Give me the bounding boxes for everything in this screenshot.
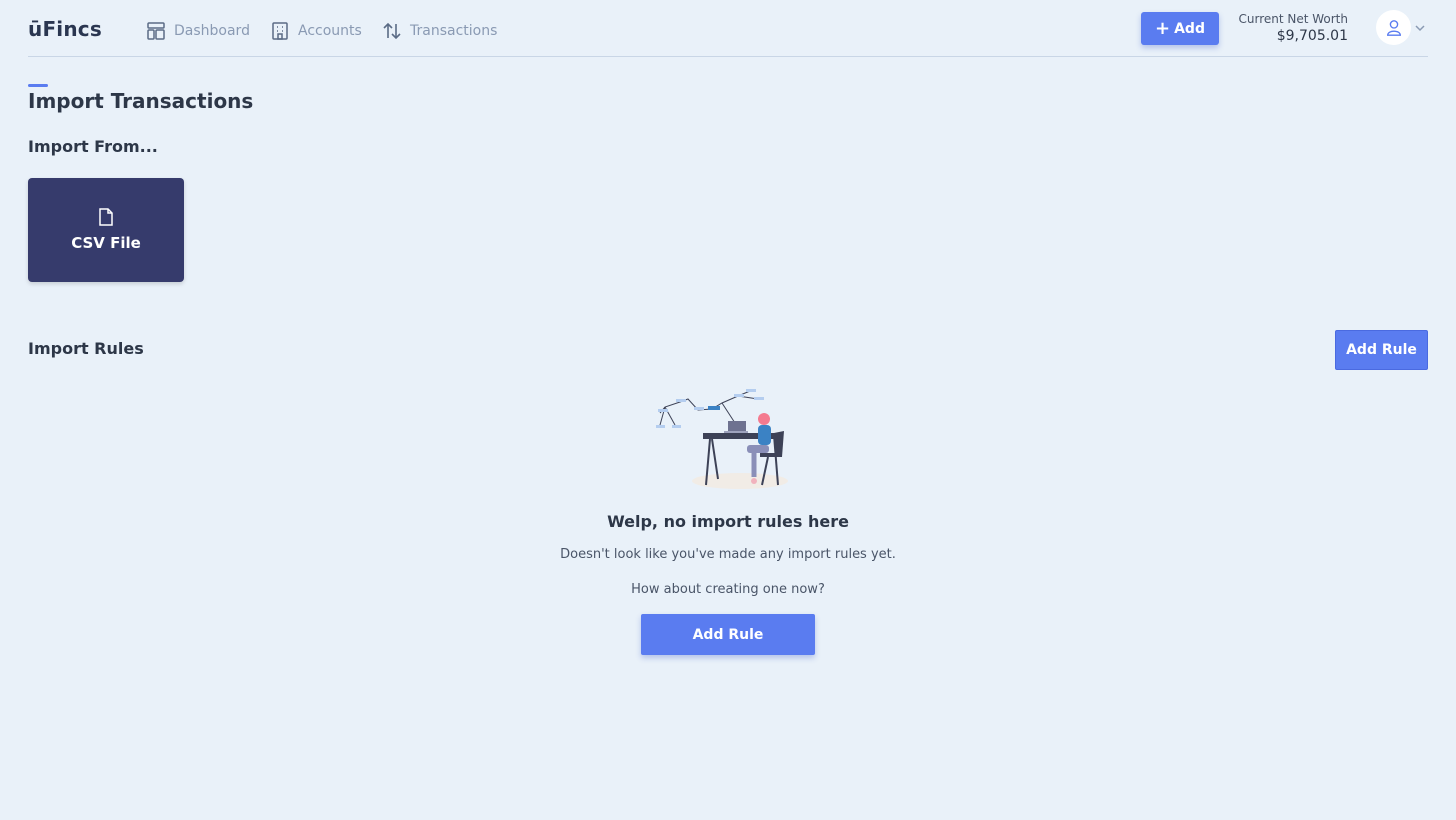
- nav-transactions-label: Transactions: [410, 23, 498, 39]
- building-icon: [272, 22, 288, 40]
- empty-state-illustration: [656, 389, 788, 489]
- csv-file-label: CSV File: [71, 234, 141, 252]
- user-icon: [1386, 19, 1401, 36]
- plus-icon: +: [1155, 17, 1171, 39]
- chevron-down-icon[interactable]: [1414, 22, 1426, 34]
- add-button-label: Add: [1174, 20, 1205, 37]
- empty-state-message: Doesn't look like you've made any import…: [560, 547, 896, 562]
- empty-state-add-rule-button[interactable]: Add Rule: [641, 614, 815, 655]
- add-button[interactable]: + Add: [1141, 12, 1219, 45]
- import-rules-heading: Import Rules: [28, 339, 144, 358]
- avatar[interactable]: [1376, 10, 1411, 45]
- nav-accounts[interactable]: Accounts: [270, 20, 362, 42]
- net-worth: Current Net Worth $9,705.01: [1228, 12, 1348, 44]
- page-title: Import Transactions: [28, 89, 254, 113]
- arrows-updown-icon: [383, 22, 401, 40]
- title-accent-bar: [28, 84, 48, 87]
- dashboard-icon: [147, 22, 165, 40]
- add-rule-button[interactable]: Add Rule: [1335, 330, 1428, 370]
- top-navbar: ūFincs Dashboard Accounts Transactions +…: [28, 0, 1428, 57]
- net-worth-value: $9,705.01: [1276, 28, 1348, 44]
- nav-transactions[interactable]: Transactions: [382, 20, 497, 42]
- nav-dashboard-label: Dashboard: [174, 23, 250, 39]
- empty-state-prompt: How about creating one now?: [631, 582, 825, 597]
- nav-accounts-label: Accounts: [298, 23, 362, 39]
- net-worth-label: Current Net Worth: [1238, 12, 1348, 26]
- empty-state-title: Welp, no import rules here: [607, 512, 849, 531]
- nav-dashboard[interactable]: Dashboard: [146, 20, 250, 42]
- import-from-heading: Import From...: [28, 137, 158, 156]
- app-logo[interactable]: ūFincs: [28, 17, 102, 41]
- file-icon: [99, 208, 113, 226]
- csv-file-card[interactable]: CSV File: [28, 178, 184, 282]
